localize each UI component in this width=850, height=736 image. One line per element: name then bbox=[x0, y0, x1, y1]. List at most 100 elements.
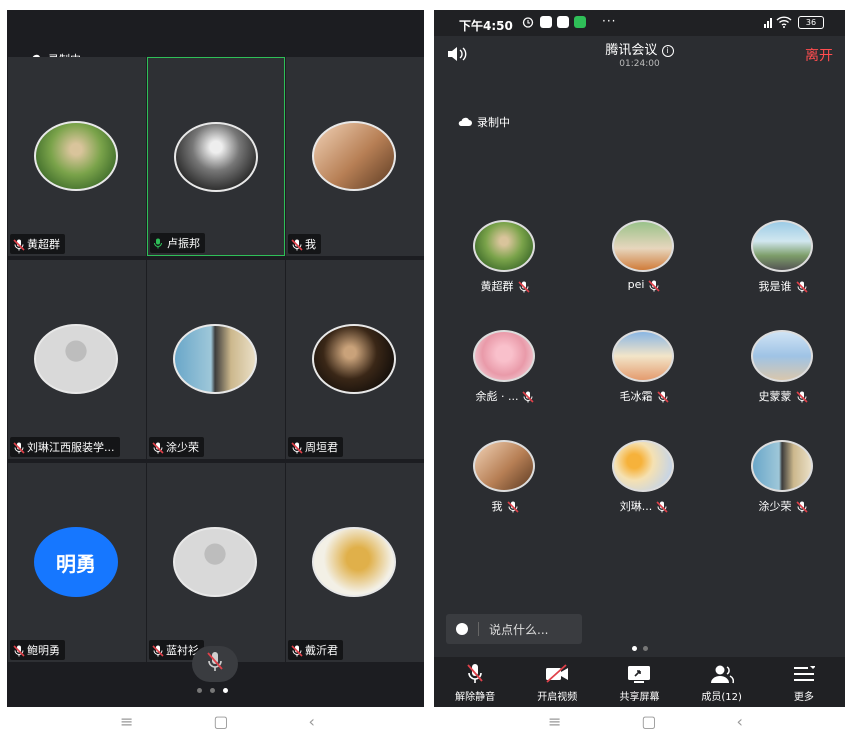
participant-name-tag: 涂少荣 bbox=[149, 437, 204, 457]
signal-icon bbox=[756, 17, 772, 31]
mic-muted-icon bbox=[152, 645, 164, 657]
avatar bbox=[751, 220, 813, 272]
system-nav-bar-left: ≡ ▢ ‹ bbox=[120, 712, 315, 734]
avatar bbox=[473, 220, 535, 272]
meeting-timer: 01:24:00 bbox=[619, 59, 660, 69]
video-tile[interactable]: 蓝衬衫 bbox=[147, 463, 285, 662]
leave-button[interactable]: 离开 bbox=[805, 45, 833, 65]
mic-muted-icon bbox=[506, 501, 519, 513]
avatar bbox=[473, 440, 535, 492]
participant-name: 我 bbox=[305, 238, 316, 251]
menu-nav-icon[interactable]: ≡ bbox=[548, 712, 561, 734]
avatar bbox=[312, 324, 396, 394]
avatar bbox=[612, 220, 674, 272]
participant-name: 史蒙蒙 bbox=[758, 390, 792, 403]
info-icon[interactable]: i bbox=[661, 45, 674, 57]
participant-name: 卢振邦 bbox=[167, 237, 200, 250]
more-button[interactable]: 更多 bbox=[769, 662, 839, 703]
video-tile[interactable]: 刘琳江西服装学... bbox=[8, 260, 146, 459]
right-meeting-screen: 下午4:50 ··· 36 腾讯会议 i 01:24:00 离开 录制中 黄超群… bbox=[434, 10, 845, 707]
video-tile[interactable]: 我 bbox=[286, 57, 424, 256]
participant-name: 刘琳... bbox=[619, 500, 653, 513]
mic-float-button[interactable] bbox=[192, 646, 238, 682]
participant-name: pei bbox=[627, 278, 645, 291]
home-nav-icon[interactable]: ▢ bbox=[641, 712, 656, 734]
participant-item[interactable]: 涂少荣 bbox=[732, 440, 832, 514]
start-video-button[interactable]: 开启视频 bbox=[522, 662, 592, 703]
participant-name: 黄超群 bbox=[480, 280, 514, 293]
avatar bbox=[312, 121, 396, 191]
video-tile[interactable]: 明勇 鲍明勇 bbox=[8, 463, 146, 662]
video-tile[interactable]: 戴沂君 bbox=[286, 463, 424, 662]
alarm-icon bbox=[522, 16, 534, 31]
video-tile[interactable]: 黄超群 bbox=[8, 57, 146, 256]
mic-muted-icon bbox=[206, 651, 224, 677]
more-label: 更多 bbox=[793, 691, 814, 703]
mic-icon bbox=[153, 238, 163, 249]
participant-item[interactable]: pei bbox=[593, 220, 693, 292]
cloud-icon bbox=[458, 116, 472, 129]
video-tile[interactable]: 周垣君 bbox=[286, 260, 424, 459]
avatar bbox=[751, 440, 813, 492]
participant-name: 余彪 · ... bbox=[475, 390, 519, 403]
mic-muted-icon bbox=[440, 662, 510, 686]
video-tile[interactable]: 涂少荣 bbox=[147, 260, 285, 459]
mic-muted-icon bbox=[291, 645, 303, 657]
participant-name: 刘琳江西服装学... bbox=[27, 441, 115, 454]
mic-muted-icon bbox=[656, 501, 668, 513]
mic-muted-icon bbox=[13, 239, 25, 251]
participant-name: 我 bbox=[491, 500, 503, 513]
participant-item[interactable]: 黄超群 bbox=[454, 220, 554, 294]
participant-name-tag: 黄超群 bbox=[10, 234, 65, 254]
status-bar: 下午4:50 ··· 36 bbox=[434, 10, 845, 36]
participant-name-tag: 周垣君 bbox=[288, 437, 343, 457]
participant-item[interactable]: 刘琳... bbox=[593, 440, 693, 514]
participant-name: 涂少荣 bbox=[166, 441, 199, 454]
back-nav-icon[interactable]: ‹ bbox=[737, 712, 743, 734]
mic-muted-icon bbox=[13, 645, 25, 657]
participant-name-tag: 刘琳江西服装学... bbox=[10, 437, 120, 457]
share-screen-icon bbox=[604, 662, 674, 686]
emoji-icon[interactable] bbox=[456, 623, 468, 635]
participant-item[interactable]: 余彪 · ... bbox=[454, 330, 554, 404]
participant-item[interactable]: 我 bbox=[454, 440, 554, 514]
chat-input[interactable]: 说点什么... bbox=[446, 614, 582, 644]
participant-name: 我是谁 bbox=[758, 280, 792, 293]
members-icon bbox=[687, 662, 757, 686]
mic-muted-icon bbox=[656, 391, 669, 403]
video-tile[interactable]: 卢振邦 bbox=[147, 57, 285, 256]
avatar bbox=[173, 527, 257, 597]
participant-item[interactable]: 史蒙蒙 bbox=[732, 330, 832, 404]
menu-nav-icon[interactable]: ≡ bbox=[120, 712, 133, 734]
avatar bbox=[751, 330, 813, 382]
mic-muted-icon bbox=[648, 279, 660, 292]
page-indicator bbox=[197, 688, 228, 693]
mic-muted-icon bbox=[291, 239, 303, 251]
left-meeting-screen: 录制中 黄超群卢振邦我刘琳江西服装学...涂少荣周垣君明勇鲍明勇蓝衬衫戴沂君 bbox=[7, 10, 424, 707]
avatar: 明勇 bbox=[34, 527, 118, 597]
participant-name: 周垣君 bbox=[305, 441, 338, 454]
avatar bbox=[612, 440, 674, 492]
avatar bbox=[312, 527, 396, 597]
participant-name: 黄超群 bbox=[27, 238, 60, 251]
recording-indicator: 录制中 bbox=[458, 114, 510, 130]
camera-off-icon bbox=[522, 662, 592, 686]
participant-name-tag: 卢振邦 bbox=[150, 233, 205, 253]
share-screen-button[interactable]: 共享屏幕 bbox=[604, 662, 674, 703]
home-nav-icon[interactable]: ▢ bbox=[213, 712, 228, 734]
participant-item[interactable]: 我是谁 bbox=[732, 220, 832, 294]
qq-icon bbox=[540, 16, 552, 28]
share-screen-label: 共享屏幕 bbox=[619, 691, 660, 703]
participant-item[interactable]: 毛冰霜 bbox=[593, 330, 693, 404]
members-button[interactable]: 成员(12) bbox=[687, 662, 757, 703]
chat-placeholder: 说点什么... bbox=[489, 622, 549, 637]
mic-muted-icon bbox=[795, 501, 808, 513]
qq-icon bbox=[557, 16, 569, 28]
back-nav-icon[interactable]: ‹ bbox=[309, 712, 315, 734]
avatar bbox=[34, 324, 118, 394]
avatar bbox=[612, 330, 674, 382]
meeting-title[interactable]: 腾讯会议 bbox=[605, 43, 657, 58]
unmute-button[interactable]: 解除静音 bbox=[440, 662, 510, 703]
avatar bbox=[174, 122, 258, 192]
mic-muted-icon bbox=[152, 442, 164, 454]
